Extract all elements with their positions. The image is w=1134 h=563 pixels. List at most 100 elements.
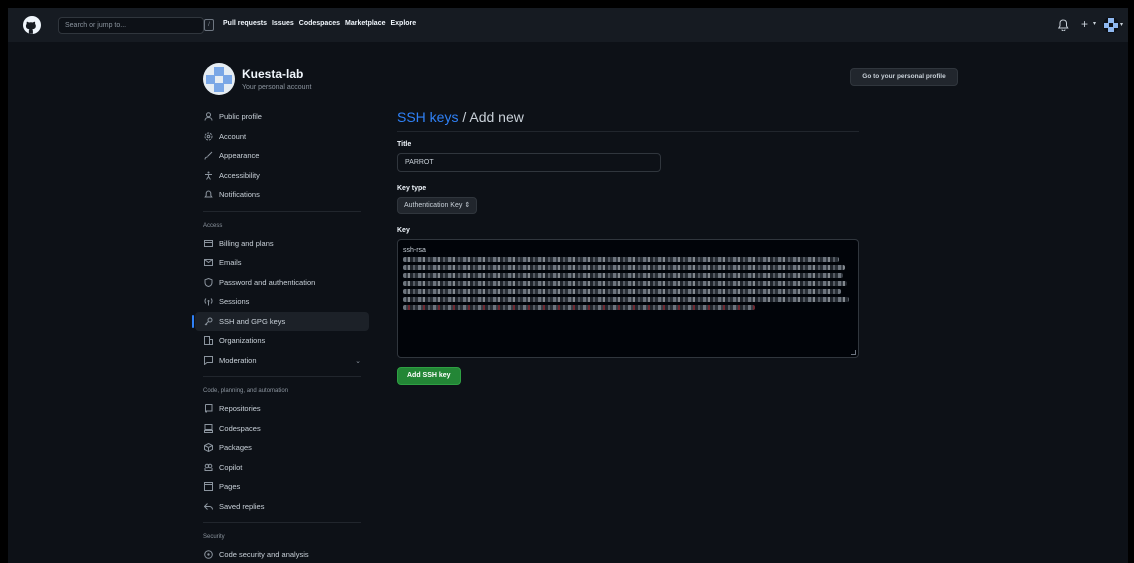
package-icon xyxy=(203,443,213,453)
sidebar-item-billing[interactable]: Billing and plans xyxy=(195,234,369,254)
sidebar-item-label: Password and authentication xyxy=(219,277,316,287)
user-avatar[interactable] xyxy=(1103,17,1119,33)
redacted-key-line xyxy=(403,281,847,286)
sidebar-item-pages[interactable]: Pages xyxy=(195,477,369,497)
report-icon xyxy=(203,355,213,365)
title-input[interactable]: PARROT xyxy=(397,153,661,172)
key-type-select[interactable]: Authentication Key ⇕ xyxy=(397,197,478,214)
key-textarea[interactable]: ssh-rsa xyxy=(397,239,859,358)
sidebar-item-organizations[interactable]: Organizations xyxy=(195,331,369,351)
account-name: Kuesta-lab xyxy=(242,67,304,81)
redacted-key-line xyxy=(403,257,839,262)
nav-pull-requests[interactable]: Pull requests xyxy=(223,20,267,27)
sidebar-item-label: Accessibility xyxy=(219,170,260,180)
sidebar-item-packages[interactable]: Packages xyxy=(195,438,369,458)
repo-icon xyxy=(203,404,213,414)
redacted-key-line xyxy=(403,265,845,270)
notifications-bell-icon[interactable] xyxy=(1058,19,1069,31)
github-logo-icon[interactable] xyxy=(23,16,41,34)
redacted-key-line xyxy=(403,273,843,278)
sidebar-item-codespaces[interactable]: Codespaces xyxy=(195,419,369,439)
sidebar-item-sessions[interactable]: Sessions xyxy=(195,292,369,312)
chevron-down-icon[interactable]: ⌄ xyxy=(355,357,361,365)
header-actions: + ▾ ▾ xyxy=(1048,17,1128,34)
sidebar-item-notifications[interactable]: Notifications xyxy=(195,185,369,205)
sidebar-item-moderation[interactable]: Moderation ⌄ xyxy=(195,351,369,371)
slash-shortcut-hint: / xyxy=(204,19,214,31)
redacted-key-line xyxy=(403,297,849,302)
accessibility-icon xyxy=(203,170,213,180)
sidebar-divider xyxy=(203,522,361,523)
sidebar-item-label: Organizations xyxy=(219,336,266,346)
browser-viewport: Search or jump to... / Pull requests Iss… xyxy=(8,8,1128,563)
nav-explore[interactable]: Explore xyxy=(390,20,416,27)
sidebar-item-copilot[interactable]: Copilot xyxy=(195,458,369,478)
sidebar-item-label: Repositories xyxy=(219,404,261,414)
sidebar-item-label: Sessions xyxy=(219,297,250,307)
sidebar-item-ssh-gpg-keys[interactable]: SSH and GPG keys xyxy=(192,311,369,331)
sidebar-divider xyxy=(203,376,361,377)
add-ssh-key-button[interactable]: Add SSH key xyxy=(397,367,461,385)
account-subtitle: Your personal account xyxy=(242,84,312,91)
codespaces-icon xyxy=(203,423,213,433)
ssh-key-form: SSH keys / Add new Title PARROT Key type… xyxy=(397,107,859,385)
title-divider xyxy=(397,131,859,132)
sidebar-item-account[interactable]: Account xyxy=(195,127,369,147)
global-nav: Pull requests Issues Codespaces Marketpl… xyxy=(223,20,421,27)
search-input[interactable]: Search or jump to... xyxy=(58,17,204,34)
bell-icon xyxy=(203,190,213,200)
key-type-label: Key type xyxy=(397,185,427,192)
sidebar-item-password-authentication[interactable]: Password and authentication xyxy=(195,273,369,293)
global-header: Search or jump to... / Pull requests Iss… xyxy=(8,8,1128,42)
redacted-key-line xyxy=(403,289,841,294)
mail-icon xyxy=(203,258,213,268)
go-to-personal-profile-button[interactable]: Go to your personal profile xyxy=(850,68,958,86)
reply-icon xyxy=(203,501,213,511)
resize-handle-icon[interactable] xyxy=(851,350,856,355)
sidebar-item-emails[interactable]: Emails xyxy=(195,253,369,273)
sidebar-item-label: Codespaces xyxy=(219,423,261,433)
credit-card-icon xyxy=(203,238,213,248)
create-new-plus-icon[interactable]: + xyxy=(1081,17,1088,31)
sidebar-item-label: Billing and plans xyxy=(219,238,274,248)
sidebar-heading-security: Security xyxy=(203,534,225,540)
sidebar-item-label: Public profile xyxy=(219,112,262,122)
account-avatar xyxy=(203,63,235,95)
breadcrumb-current: / Add new xyxy=(458,109,524,125)
sidebar-item-label: Code security and analysis xyxy=(219,550,309,560)
user-menu-caret-icon[interactable]: ▾ xyxy=(1120,21,1123,28)
sidebar-item-appearance[interactable]: Appearance xyxy=(195,146,369,166)
sidebar-item-code-security[interactable]: Code security and analysis xyxy=(195,545,369,563)
sidebar-item-saved-replies[interactable]: Saved replies xyxy=(195,497,369,517)
settings-sidebar: Public profile Account Appearance Access… xyxy=(192,107,369,563)
key-icon xyxy=(203,316,213,326)
shield-lock-icon xyxy=(203,277,213,287)
broadcast-icon xyxy=(203,297,213,307)
sidebar-item-label: Emails xyxy=(219,258,242,268)
sidebar-heading-code-planning: Code, planning, and automation xyxy=(203,388,289,394)
key-label: Key xyxy=(397,227,410,234)
sidebar-item-repositories[interactable]: Repositories xyxy=(195,399,369,419)
sidebar-item-label: Saved replies xyxy=(219,501,265,511)
person-icon xyxy=(203,112,213,122)
sidebar-item-label: Packages xyxy=(219,443,252,453)
browser-icon xyxy=(203,482,213,492)
breadcrumb-ssh-keys-link[interactable]: SSH keys xyxy=(397,109,458,125)
redacted-key-line xyxy=(403,305,755,310)
copilot-icon xyxy=(203,462,213,472)
sidebar-heading-access: Access xyxy=(203,222,223,229)
title-label: Title xyxy=(397,141,412,148)
create-new-caret-icon[interactable]: ▾ xyxy=(1093,20,1096,27)
gear-icon xyxy=(203,131,213,141)
nav-marketplace[interactable]: Marketplace xyxy=(345,20,385,27)
sidebar-item-label: Moderation xyxy=(219,355,257,365)
paintbrush-icon xyxy=(203,151,213,161)
sidebar-item-public-profile[interactable]: Public profile xyxy=(195,107,369,127)
nav-issues[interactable]: Issues xyxy=(272,20,294,27)
sidebar-item-accessibility[interactable]: Accessibility xyxy=(195,166,369,186)
sidebar-item-label: SSH and GPG keys xyxy=(219,316,286,326)
sidebar-item-label: Copilot xyxy=(219,462,243,472)
sidebar-item-label: Appearance xyxy=(219,151,260,161)
nav-codespaces[interactable]: Codespaces xyxy=(299,20,340,27)
key-prefix-text: ssh-rsa xyxy=(403,247,426,254)
